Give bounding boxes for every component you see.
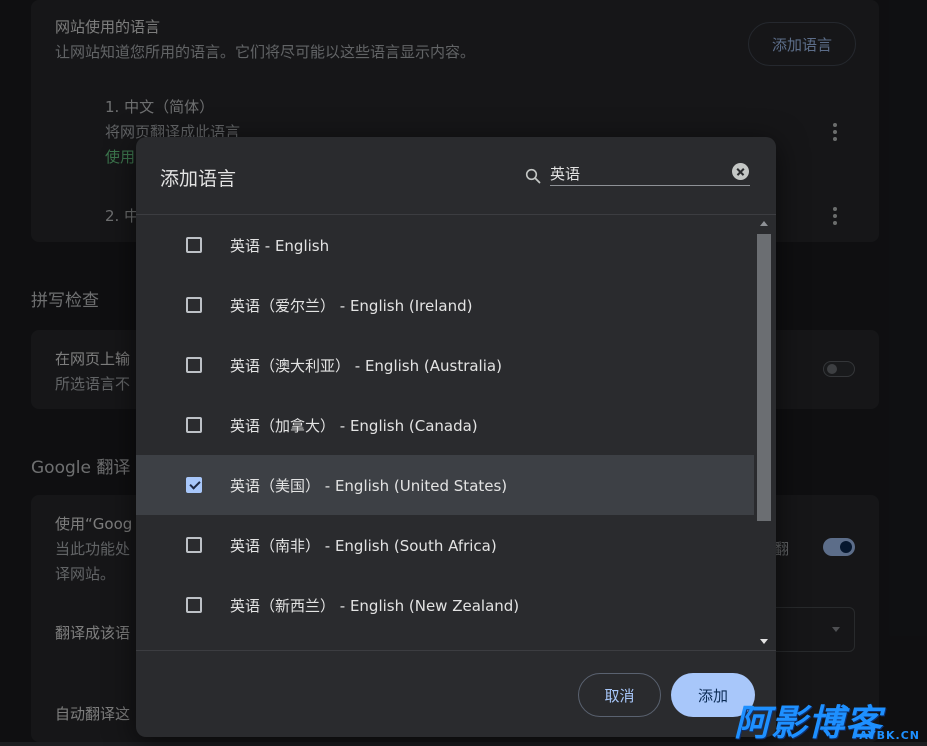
clear-search-icon[interactable] [732,163,749,180]
language-option[interactable]: 英语（加拿大） - English (Canada) [136,395,754,455]
language-checkbox[interactable] [186,417,202,433]
language-list: 英语 - English 英语（爱尔兰） - English (Ireland)… [136,215,754,650]
list-scrollbar[interactable] [755,215,773,650]
language-checkbox[interactable] [186,357,202,373]
language-option[interactable]: 英语（南非） - English (South Africa) [136,515,754,575]
language-option-label: 英语（加拿大） - English (Canada) [230,416,478,435]
language-option-label: 英语（南非） - English (South Africa) [230,536,497,555]
search-input[interactable]: 英语 [550,161,750,186]
scroll-up-arrow-icon[interactable] [760,221,768,226]
add-language-dialog: 添加语言 英语 英语 - English 英语（爱尔兰） - English (… [136,137,776,737]
language-option-label: 英语（澳大利亚） - English (Australia) [230,356,502,375]
language-checkbox[interactable] [186,597,202,613]
language-checkbox[interactable] [186,237,202,253]
language-option[interactable]: 英语（爱尔兰） - English (Ireland) [136,275,754,335]
language-checkbox-checked[interactable] [186,477,202,493]
scroll-thumb[interactable] [757,234,771,521]
search-icon [525,168,541,184]
language-option[interactable]: 英语（澳大利亚） - English (Australia) [136,335,754,395]
dialog-title: 添加语言 [160,168,237,190]
language-checkbox[interactable] [186,537,202,553]
language-option-label: 英语（新西兰） - English (New Zealand) [230,596,520,615]
language-option-selected[interactable]: 英语（美国） - English (United States) [136,455,754,515]
language-option[interactable]: 英语 - English [136,215,754,275]
language-option-label: 英语 - English [230,236,330,255]
scroll-down-arrow-icon[interactable] [760,639,768,644]
cancel-button[interactable]: 取消 [578,673,661,717]
language-option[interactable]: 英语（新西兰） - English (New Zealand) [136,575,754,635]
search-input-value: 英语 [550,165,581,183]
language-checkbox[interactable] [186,297,202,313]
language-option-label: 英语（美国） - English (United States) [230,476,508,495]
dialog-divider-bottom [136,650,776,651]
watermark-sub-text: AYBK.CN [859,729,920,742]
watermark-logo: 阿影博客 AYBK.CN [734,694,924,744]
language-option-label: 英语（爱尔兰） - English (Ireland) [230,296,473,315]
